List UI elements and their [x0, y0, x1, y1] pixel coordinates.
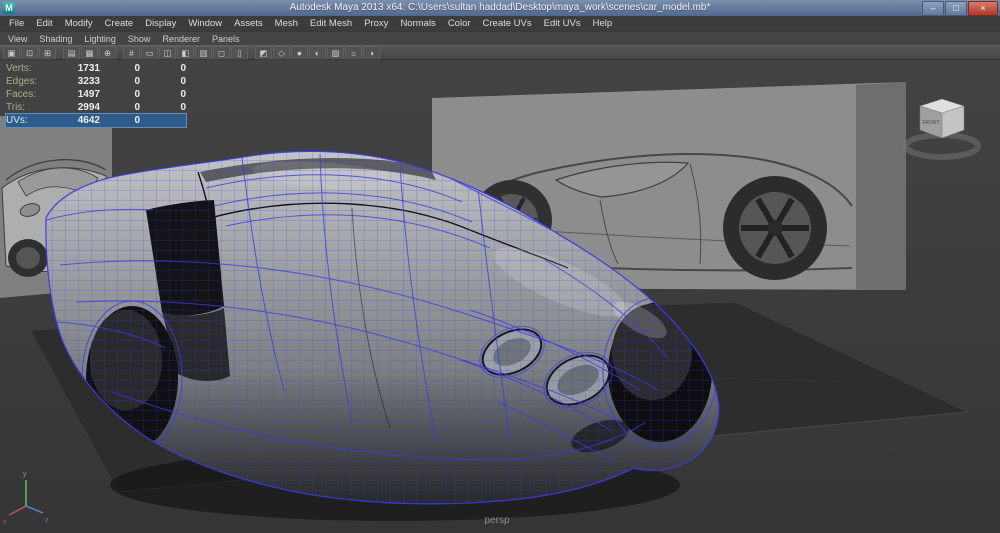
lighting-icon[interactable]: ☼ — [345, 46, 362, 60]
axis-y-label: y — [23, 471, 27, 478]
safe-action-icon[interactable]: ◻ — [213, 46, 230, 60]
panel-menu-panels[interactable]: Panels — [206, 32, 246, 46]
menu-mesh[interactable]: Mesh — [269, 16, 304, 31]
panel-menu-bar: View Shading Lighting Show Renderer Pane… — [0, 31, 1000, 45]
wireframe-icon[interactable]: ◇ — [273, 46, 290, 60]
hud-value: 4642 — [56, 115, 100, 126]
menu-modify[interactable]: Modify — [59, 16, 99, 31]
panel-menu-lighting[interactable]: Lighting — [78, 32, 122, 46]
window-controls: – □ × — [922, 1, 998, 16]
hud-row-tris: Tris: 2994 0 0 — [6, 101, 186, 114]
hud-value: 0 — [100, 63, 140, 74]
hud-value: 0 — [140, 63, 186, 74]
panel-menu-shading[interactable]: Shading — [33, 32, 78, 46]
hud-label: Verts: — [6, 63, 56, 74]
camera-label: persp — [484, 515, 509, 526]
hud-row-edges: Edges: 3233 0 0 — [6, 75, 186, 88]
menu-help[interactable]: Help — [587, 16, 619, 31]
view-cube-front-label: FRONT — [922, 120, 939, 126]
toolbar-separator — [117, 47, 122, 59]
axis-z-label: z — [45, 517, 49, 524]
shadows-icon[interactable]: ◑ — [363, 46, 380, 60]
smooth-shade-icon[interactable]: ● — [291, 46, 308, 60]
grid-icon[interactable]: # — [123, 46, 140, 60]
hud-value: 3233 — [56, 76, 100, 87]
hud-label: Tris: — [6, 102, 56, 113]
hud-value: 0 — [100, 89, 140, 100]
hud-value: 0 — [100, 76, 140, 87]
textured-icon[interactable]: ▨ — [327, 46, 344, 60]
menu-create[interactable]: Create — [99, 16, 140, 31]
hud-value: 0 — [100, 102, 140, 113]
wireframe-on-shaded-icon[interactable]: ◐ — [309, 46, 326, 60]
hud-row-faces: Faces: 1497 0 0 — [6, 88, 186, 101]
hud-label: Edges: — [6, 76, 56, 87]
menu-normals[interactable]: Normals — [394, 16, 441, 31]
gate-mask-icon[interactable]: ◧ — [177, 46, 194, 60]
menu-color[interactable]: Color — [442, 16, 477, 31]
menu-file[interactable]: File — [3, 16, 30, 31]
toolbar-separator — [57, 47, 62, 59]
menu-display[interactable]: Display — [139, 16, 182, 31]
hud-label: UVs: — [6, 115, 56, 126]
minimize-button[interactable]: – — [922, 1, 944, 16]
hud-value: 0 — [140, 89, 186, 100]
panel-toolbar: ▣ ⊡ ⊞ ▤ ▦ ⊕ # ▭ ◫ ◧ ▥ ◻ ▯ ◩ ◇ ● ◐ ▨ ☼ ◑ — [0, 45, 1000, 60]
main-menu-bar: File Edit Modify Create Display Window A… — [0, 16, 1000, 31]
hud-value: 0 — [140, 102, 186, 113]
close-button[interactable]: × — [968, 1, 998, 16]
panel-menu-show[interactable]: Show — [122, 32, 157, 46]
hud-value: 1731 — [56, 63, 100, 74]
menu-proxy[interactable]: Proxy — [358, 16, 394, 31]
pan-zoom-icon[interactable]: ⊕ — [99, 46, 116, 60]
axis-x-label: x — [3, 519, 7, 526]
window-title: Autodesk Maya 2013 x64: C:\Users\sultan … — [0, 0, 1000, 16]
panel-menu-renderer[interactable]: Renderer — [156, 32, 206, 46]
maximize-button[interactable]: □ — [945, 1, 967, 16]
image-plane-icon[interactable]: ▦ — [81, 46, 98, 60]
hud-value: 0 — [140, 76, 186, 87]
menu-assets[interactable]: Assets — [228, 16, 269, 31]
lock-camera-icon[interactable]: ⊡ — [21, 46, 38, 60]
bookmarks-icon[interactable]: ▤ — [63, 46, 80, 60]
film-gate-icon[interactable]: ▭ — [141, 46, 158, 60]
toolbar-separator — [249, 47, 254, 59]
hud-row-uvs: UVs: 4642 0 — [6, 114, 186, 127]
camera-attributes-icon[interactable]: ⊞ — [39, 46, 56, 60]
resolution-gate-icon[interactable]: ◫ — [159, 46, 176, 60]
panel-menu-view[interactable]: View — [2, 32, 33, 46]
isolate-select-icon[interactable]: ◩ — [255, 46, 272, 60]
select-camera-icon[interactable]: ▣ — [3, 46, 20, 60]
maya-window: M Autodesk Maya 2013 x64: C:\Users\sulta… — [0, 0, 1000, 533]
menu-edit-mesh[interactable]: Edit Mesh — [304, 16, 358, 31]
hud-value: 1497 — [56, 89, 100, 100]
hud-value: 0 — [100, 115, 140, 126]
field-chart-icon[interactable]: ▥ — [195, 46, 212, 60]
hud-label: Faces: — [6, 89, 56, 100]
menu-edit[interactable]: Edit — [30, 16, 58, 31]
perspective-viewport[interactable]: Verts: 1731 0 0 Edges: 3233 0 0 Faces: 1… — [0, 60, 1000, 533]
scene-svg[interactable]: FRONT y x z persp — [0, 60, 1000, 533]
menu-window[interactable]: Window — [182, 16, 228, 31]
hud-value: 2994 — [56, 102, 100, 113]
title-bar[interactable]: M Autodesk Maya 2013 x64: C:\Users\sulta… — [0, 0, 1000, 16]
menu-create-uvs[interactable]: Create UVs — [477, 16, 538, 31]
safe-title-icon[interactable]: ▯ — [231, 46, 248, 60]
hud-row-verts: Verts: 1731 0 0 — [6, 62, 186, 75]
poly-count-hud: Verts: 1731 0 0 Edges: 3233 0 0 Faces: 1… — [6, 62, 186, 127]
menu-edit-uvs[interactable]: Edit UVs — [538, 16, 587, 31]
